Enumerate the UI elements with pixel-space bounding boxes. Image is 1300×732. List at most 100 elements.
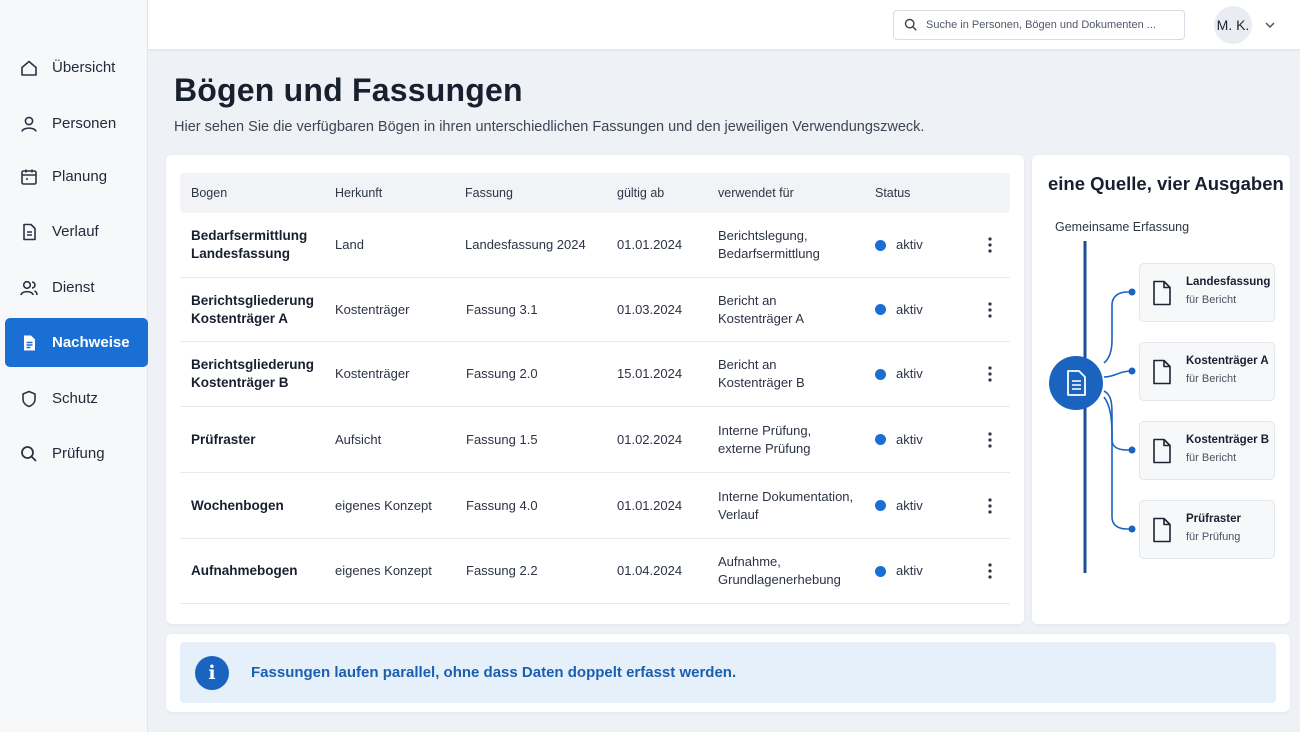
status-dot: [875, 368, 886, 380]
table-row[interactable]: Bedarfsermittlung Landesfassung Land Lan…: [180, 213, 1010, 278]
sidebar-item-label: Dienst: [52, 279, 95, 296]
cell-bogen: Bedarfsermittlung Landesfassung: [191, 228, 308, 261]
more-options-icon[interactable]: [980, 300, 1000, 320]
cell-verwendet-fuer: Aufnahme, Grundlagenerhebung: [718, 554, 841, 587]
output-title: Prüfraster: [1186, 513, 1241, 525]
column-header-gueltig-ab[interactable]: gültig ab: [617, 186, 664, 200]
column-header-fassung[interactable]: Fassung: [465, 186, 513, 200]
sidebar-item-label: Nachweise: [52, 334, 130, 351]
info-icon: i: [195, 655, 229, 690]
info-text: Fassungen laufen parallel, ohne dass Dat…: [251, 664, 737, 681]
table-row[interactable]: Aufnahmebogen eigenes Konzept Fassung 2.…: [180, 539, 1010, 604]
connector-node: [1128, 446, 1136, 454]
table-row[interactable]: Berichtsgliederung Kostenträger A Kosten…: [180, 278, 1010, 342]
cell-bogen: Aufnahmebogen: [191, 563, 298, 578]
sidebar-item-verlauf[interactable]: Verlauf: [5, 207, 148, 256]
connector-line: [1103, 396, 1132, 530]
: [1103, 370, 1133, 378]
sidebar-item-planung[interactable]: Planung: [5, 152, 148, 201]
table-row[interactable]: Berichtsgliederung Kostenträger B Kosten…: [180, 342, 1010, 407]
connector-node: [1128, 525, 1136, 533]
search-icon: [19, 444, 39, 464]
column-header-status[interactable]: Status: [875, 186, 910, 200]
calendar-icon: [19, 167, 39, 187]
cell-bogen: Wochenbogen: [191, 497, 284, 513]
status-label: aktiv: [896, 301, 923, 317]
search-box[interactable]: [893, 10, 1185, 40]
more-options-icon[interactable]: [980, 364, 1000, 384]
status-label: aktiv: [896, 563, 923, 578]
table-row[interactable]: Prüfraster Aufsicht Fassung 1.5 01.02.20…: [180, 407, 1010, 473]
column-header-herkunft[interactable]: Herkunft: [335, 186, 382, 200]
info-banner: i Fassungen laufen parallel, ohne dass D…: [180, 642, 1276, 703]
document-icon: [1153, 280, 1171, 306]
more-options-icon[interactable]: [980, 496, 1000, 516]
table-header: Bogen Herkunft Fassung gültig ab verwend…: [180, 173, 1010, 213]
user-icon: [19, 114, 39, 134]
cell-gueltig-ab: 01.03.2024: [617, 301, 683, 317]
output-title: Kostenträger B: [1186, 434, 1270, 446]
cell-bogen: Berichtsgliederung Kostenträger B: [191, 357, 315, 390]
more-options-icon[interactable]: [980, 561, 1000, 581]
status-badge: aktiv: [875, 365, 923, 383]
search-input[interactable]: [926, 19, 1166, 31]
sidebar-item-label: Personen: [52, 115, 117, 132]
output-card-kostentraeger-b[interactable]: Kostenträger B für Bericht: [1139, 421, 1275, 480]
cell-gueltig-ab: 01.02.2024: [617, 431, 683, 447]
cell-fassung: Landesfassung 2024: [465, 237, 586, 252]
users-icon: [19, 278, 39, 298]
document-icon: [1153, 438, 1171, 464]
cell-verwendet-fuer: Interne Dokumentation, Verlauf: [718, 488, 854, 522]
sidebar-item-label: Verlauf: [52, 223, 99, 240]
status-badge: aktiv: [875, 236, 923, 254]
status-dot: [875, 239, 886, 251]
document-icon: [19, 222, 39, 242]
cell-verwendet-fuer: Bericht an Kostenträger A: [718, 292, 804, 326]
sidebar-item-schutz[interactable]: Schutz: [5, 374, 148, 423]
output-subtitle: für Bericht: [1186, 294, 1237, 306]
status-label: aktiv: [896, 497, 923, 513]
sidebar-item-personen[interactable]: Personen: [5, 99, 148, 148]
cell-bogen: Berichtsgliederung Kostenträger A: [191, 292, 315, 326]
output-card-pruefraster[interactable]: Prüfraster für Prüfung: [1139, 500, 1275, 559]
column-header-bogen[interactable]: Bogen: [191, 186, 227, 200]
status-badge: aktiv: [875, 431, 923, 449]
cell-gueltig-ab: 01.01.2024: [617, 237, 683, 252]
avatar[interactable]: M. K.: [1214, 6, 1252, 44]
cell-gueltig-ab: 01.04.2024: [617, 563, 683, 578]
sidebar-item-label: Schutz: [52, 390, 98, 407]
status-dot: [875, 565, 886, 577]
sidebar-item-dienst[interactable]: Dienst: [5, 263, 148, 312]
more-options-icon[interactable]: [980, 235, 1000, 255]
status-label: aktiv: [896, 431, 923, 447]
cell-verwendet-fuer: Interne Prüfung, externe Prüfung: [718, 422, 812, 456]
column-header-verwendet-fuer[interactable]: verwendet für: [718, 186, 794, 200]
sidebar-item-pruefung[interactable]: Prüfung: [5, 429, 148, 478]
sidebar: Übersicht Personen Planung Verlauf Diens…: [0, 0, 148, 732]
cell-gueltig-ab: 01.01.2024: [617, 497, 683, 513]
document-icon: [1153, 517, 1171, 543]
output-card-landesfassung[interactable]: Landesfassung für Bericht: [1139, 263, 1275, 322]
page-subtitle: Hier sehen Sie die verfügbaren Bögen in …: [174, 119, 925, 135]
status-badge: aktiv: [875, 301, 923, 319]
status-dot: [875, 304, 886, 315]
cell-herkunft: Kostenträger: [335, 366, 410, 381]
sidebar-item-label: Übersicht: [52, 59, 116, 76]
output-card-kostentraeger-a[interactable]: Kostenträger A für Bericht: [1139, 342, 1275, 401]
document-icon: [1153, 359, 1171, 385]
sidebar-item-label: Planung: [52, 168, 108, 185]
info-card: i Fassungen laufen parallel, ohne dass D…: [166, 634, 1290, 712]
sidebar-item-uebersicht[interactable]: Übersicht: [5, 43, 148, 92]
chevron-down-icon[interactable]: [1263, 18, 1277, 32]
document-list-icon: [19, 333, 39, 353]
sidebar-item-nachweise[interactable]: Nachweise: [5, 318, 148, 367]
cell-herkunft: Land: [335, 237, 364, 252]
cell-herkunft: eigenes Konzept: [335, 563, 432, 578]
status-badge: aktiv: [875, 497, 923, 515]
connector-node: [1128, 367, 1136, 375]
table-row[interactable]: Wochenbogen eigenes Konzept Fassung 4.0 …: [180, 473, 1010, 539]
cell-fassung: Fassung 1.5: [466, 431, 538, 447]
home-icon: [19, 58, 39, 78]
more-options-icon[interactable]: [980, 430, 1000, 450]
connector-line: [1103, 390, 1132, 451]
